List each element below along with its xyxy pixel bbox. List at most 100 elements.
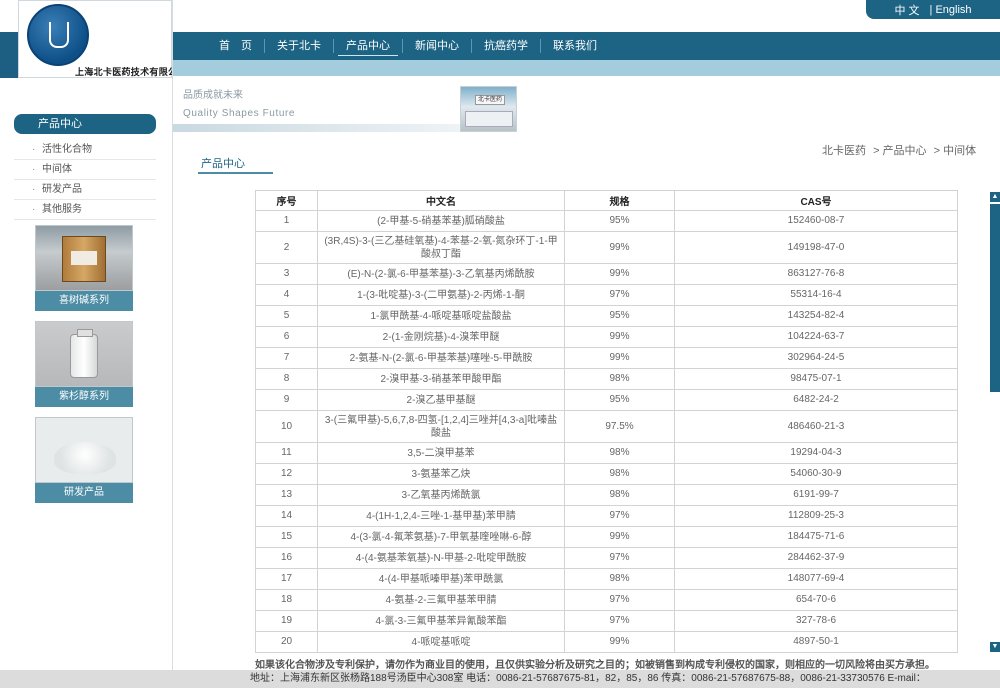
cell-spec: 98%: [564, 463, 675, 485]
lang-chinese-link[interactable]: 中 文: [894, 2, 919, 18]
cell-name[interactable]: 4-哌啶基哌啶: [317, 631, 565, 653]
cell-name[interactable]: (E)-N-(2-氯-6-甲基苯基)-3-乙氧基丙烯酰胺: [317, 263, 565, 285]
cell-cas: 184475-71-6: [674, 526, 958, 548]
cell-spec: 99%: [564, 263, 675, 285]
cell-name[interactable]: 3-(三氟甲基)-5,6,7,8-四氢-[1,2,4]三唑并[4,3-a]吡嗪盐…: [317, 410, 565, 443]
cell-spec: 99%: [564, 326, 675, 348]
scrollbar-thumb[interactable]: [990, 204, 1000, 392]
cell-name[interactable]: 2-(1-金刚烷基)-4-溴苯甲醚: [317, 326, 565, 348]
product-table: 序号 中文名 规格 CAS号 1 (2-甲基-5-硝基苯基)胍硝酸盐 95% 1524…: [255, 190, 958, 653]
product-label[interactable]: 喜树碱系列: [35, 291, 133, 311]
nav-products[interactable]: 产品中心: [334, 32, 402, 60]
product-card-camptothecin[interactable]: 喜树碱系列: [35, 225, 133, 311]
cell-name[interactable]: 4-(4-甲基哌嗪甲基)苯甲酰氯: [317, 568, 565, 590]
nav-contact[interactable]: 联系我们: [541, 32, 609, 60]
cell-no: 13: [255, 484, 318, 506]
sidebar-item-intermediates[interactable]: 中间体: [14, 160, 156, 180]
logo-emblem-icon: [27, 4, 89, 66]
table-row: 12 3-氨基苯乙炔 98% 54060-30-9: [255, 463, 958, 485]
cell-spec: 99%: [564, 231, 675, 264]
product-image[interactable]: [35, 321, 133, 387]
cell-name[interactable]: 2-溴甲基-3-硝基苯甲酸甲酯: [317, 368, 565, 390]
banner-fade: [173, 124, 460, 132]
table-body: 1 (2-甲基-5-硝基苯基)胍硝酸盐 95% 152460-08-7 2 (3R,4S)…: [255, 210, 958, 653]
cell-spec: 95%: [564, 305, 675, 327]
cell-name[interactable]: 1-(3-吡啶基)-3-(二甲氨基)-2-丙烯-1-酮: [317, 284, 565, 306]
breadcrumb: 北卡医药 > 产品中心 > 中间体: [822, 142, 980, 158]
table-row: 3 (E)-N-(2-氯-6-甲基苯基)-3-乙氧基丙烯酰胺 99% 863127-7…: [255, 263, 958, 285]
main-nav: 首 页 关于北卡 产品中心 新闻中心 抗癌药学 联系我们: [173, 32, 1000, 60]
cell-name[interactable]: 3-氨基苯乙炔: [317, 463, 565, 485]
table-row: 7 2-氨基-N-(2-氯-6-甲基苯基)噻唑-5-甲酰胺 99% 302964-24…: [255, 347, 958, 369]
cell-name[interactable]: 3-乙氧基丙烯酰氯: [317, 484, 565, 506]
table-row: 15 4-(3-氯-4-氟苯氨基)-7-甲氧基喹唑啉-6-醇 99% 184475-7…: [255, 526, 958, 548]
product-card-rd[interactable]: 研发产品: [35, 417, 133, 503]
scroll-up-arrow-icon[interactable]: ▲: [990, 192, 1000, 202]
cell-cas: 654-70-6: [674, 589, 958, 611]
cell-name[interactable]: 4-氨基-2-三氟甲基苯甲腈: [317, 589, 565, 611]
nav-about[interactable]: 关于北卡: [265, 32, 333, 60]
cell-cas: 302964-24-5: [674, 347, 958, 369]
cell-spec: 99%: [564, 526, 675, 548]
cell-spec: 97%: [564, 284, 675, 306]
table-header-row: 序号 中文名 规格 CAS号: [255, 190, 958, 211]
cell-cas: 55314-16-4: [674, 284, 958, 306]
cell-name[interactable]: 2-氨基-N-(2-氯-6-甲基苯基)噻唑-5-甲酰胺: [317, 347, 565, 369]
cell-spec: 97%: [564, 610, 675, 632]
cell-cas: 112809-25-3: [674, 505, 958, 527]
product-label[interactable]: 紫杉醇系列: [35, 387, 133, 407]
sidebar-item-active-compounds[interactable]: 活性化合物: [14, 140, 156, 160]
cell-name[interactable]: 2-溴乙基甲基醚: [317, 389, 565, 411]
sidebar-menu: 活性化合物 中间体 研发产品 其他服务: [14, 140, 156, 220]
cell-cas: 143254-82-4: [674, 305, 958, 327]
cell-name[interactable]: 4-(3-氯-4-氟苯氨基)-7-甲氧基喹唑啉-6-醇: [317, 526, 565, 548]
cell-spec: 98%: [564, 484, 675, 506]
cell-no: 1: [255, 210, 318, 232]
breadcrumb-products[interactable]: > 产品中心: [873, 145, 926, 157]
nav-anticancer[interactable]: 抗癌药学: [472, 32, 540, 60]
cell-no: 15: [255, 526, 318, 548]
cell-name[interactable]: (3R,4S)-3-(三乙基硅氧基)-4-苯基-2-氧-氮杂环丁-1-甲酸叔丁酯: [317, 231, 565, 264]
product-card-paclitaxel[interactable]: 紫杉醇系列: [35, 321, 133, 407]
cell-cas: 149198-47-0: [674, 231, 958, 264]
cell-no: 9: [255, 389, 318, 411]
product-image[interactable]: [35, 225, 133, 291]
lang-english-link[interactable]: | English: [930, 4, 972, 16]
cell-name[interactable]: 4-(4-氨基苯氧基)-N-甲基-2-吡啶甲酰胺: [317, 547, 565, 569]
company-logo[interactable]: 上海北卡医药技术有限公司: [18, 0, 186, 78]
cell-name[interactable]: 4-(1H-1,2,4-三唑-1-基甲基)苯甲腈: [317, 505, 565, 527]
cell-spec: 97%: [564, 589, 675, 611]
cell-name[interactable]: (2-甲基-5-硝基苯基)胍硝酸盐: [317, 210, 565, 232]
slogan-en: Quality Shapes Future: [183, 108, 296, 119]
cell-no: 20: [255, 631, 318, 653]
cell-spec: 98%: [564, 568, 675, 590]
nav-news[interactable]: 新闻中心: [403, 32, 471, 60]
cell-cas: 863127-76-8: [674, 263, 958, 285]
sidebar-item-rd-products[interactable]: 研发产品: [14, 180, 156, 200]
product-image[interactable]: [35, 417, 133, 483]
breadcrumb-home[interactable]: 北卡医药: [822, 145, 866, 157]
product-label[interactable]: 研发产品: [35, 483, 133, 503]
cell-spec: 95%: [564, 389, 675, 411]
header-name: 中文名: [317, 190, 565, 211]
table-row: 18 4-氨基-2-三氟甲基苯甲腈 97% 654-70-6: [255, 589, 958, 611]
banner-image: 北卡医药: [460, 86, 517, 132]
cell-cas: 104224-63-7: [674, 326, 958, 348]
scroll-down-arrow-icon[interactable]: ▼: [990, 642, 1000, 652]
sidebar-item-other-services[interactable]: 其他服务: [14, 200, 156, 220]
cell-spec: 99%: [564, 631, 675, 653]
cell-cas: 152460-08-7: [674, 210, 958, 232]
breadcrumb-intermediates[interactable]: > 中间体: [934, 145, 976, 157]
cell-no: 14: [255, 505, 318, 527]
cell-no: 4: [255, 284, 318, 306]
nav-home[interactable]: 首 页: [207, 32, 264, 60]
cell-spec: 99%: [564, 347, 675, 369]
cell-name[interactable]: 1-氯甲酰基-4-哌啶基哌啶盐酸盐: [317, 305, 565, 327]
cell-name[interactable]: 3,5-二溴甲基苯: [317, 442, 565, 464]
cell-name[interactable]: 4-氯-3-三氟甲基苯异氰酸苯酯: [317, 610, 565, 632]
cell-no: 11: [255, 442, 318, 464]
cell-spec: 97.5%: [564, 410, 675, 443]
table-row: 1 (2-甲基-5-硝基苯基)胍硝酸盐 95% 152460-08-7: [255, 210, 958, 232]
cell-no: 7: [255, 347, 318, 369]
cell-no: 16: [255, 547, 318, 569]
